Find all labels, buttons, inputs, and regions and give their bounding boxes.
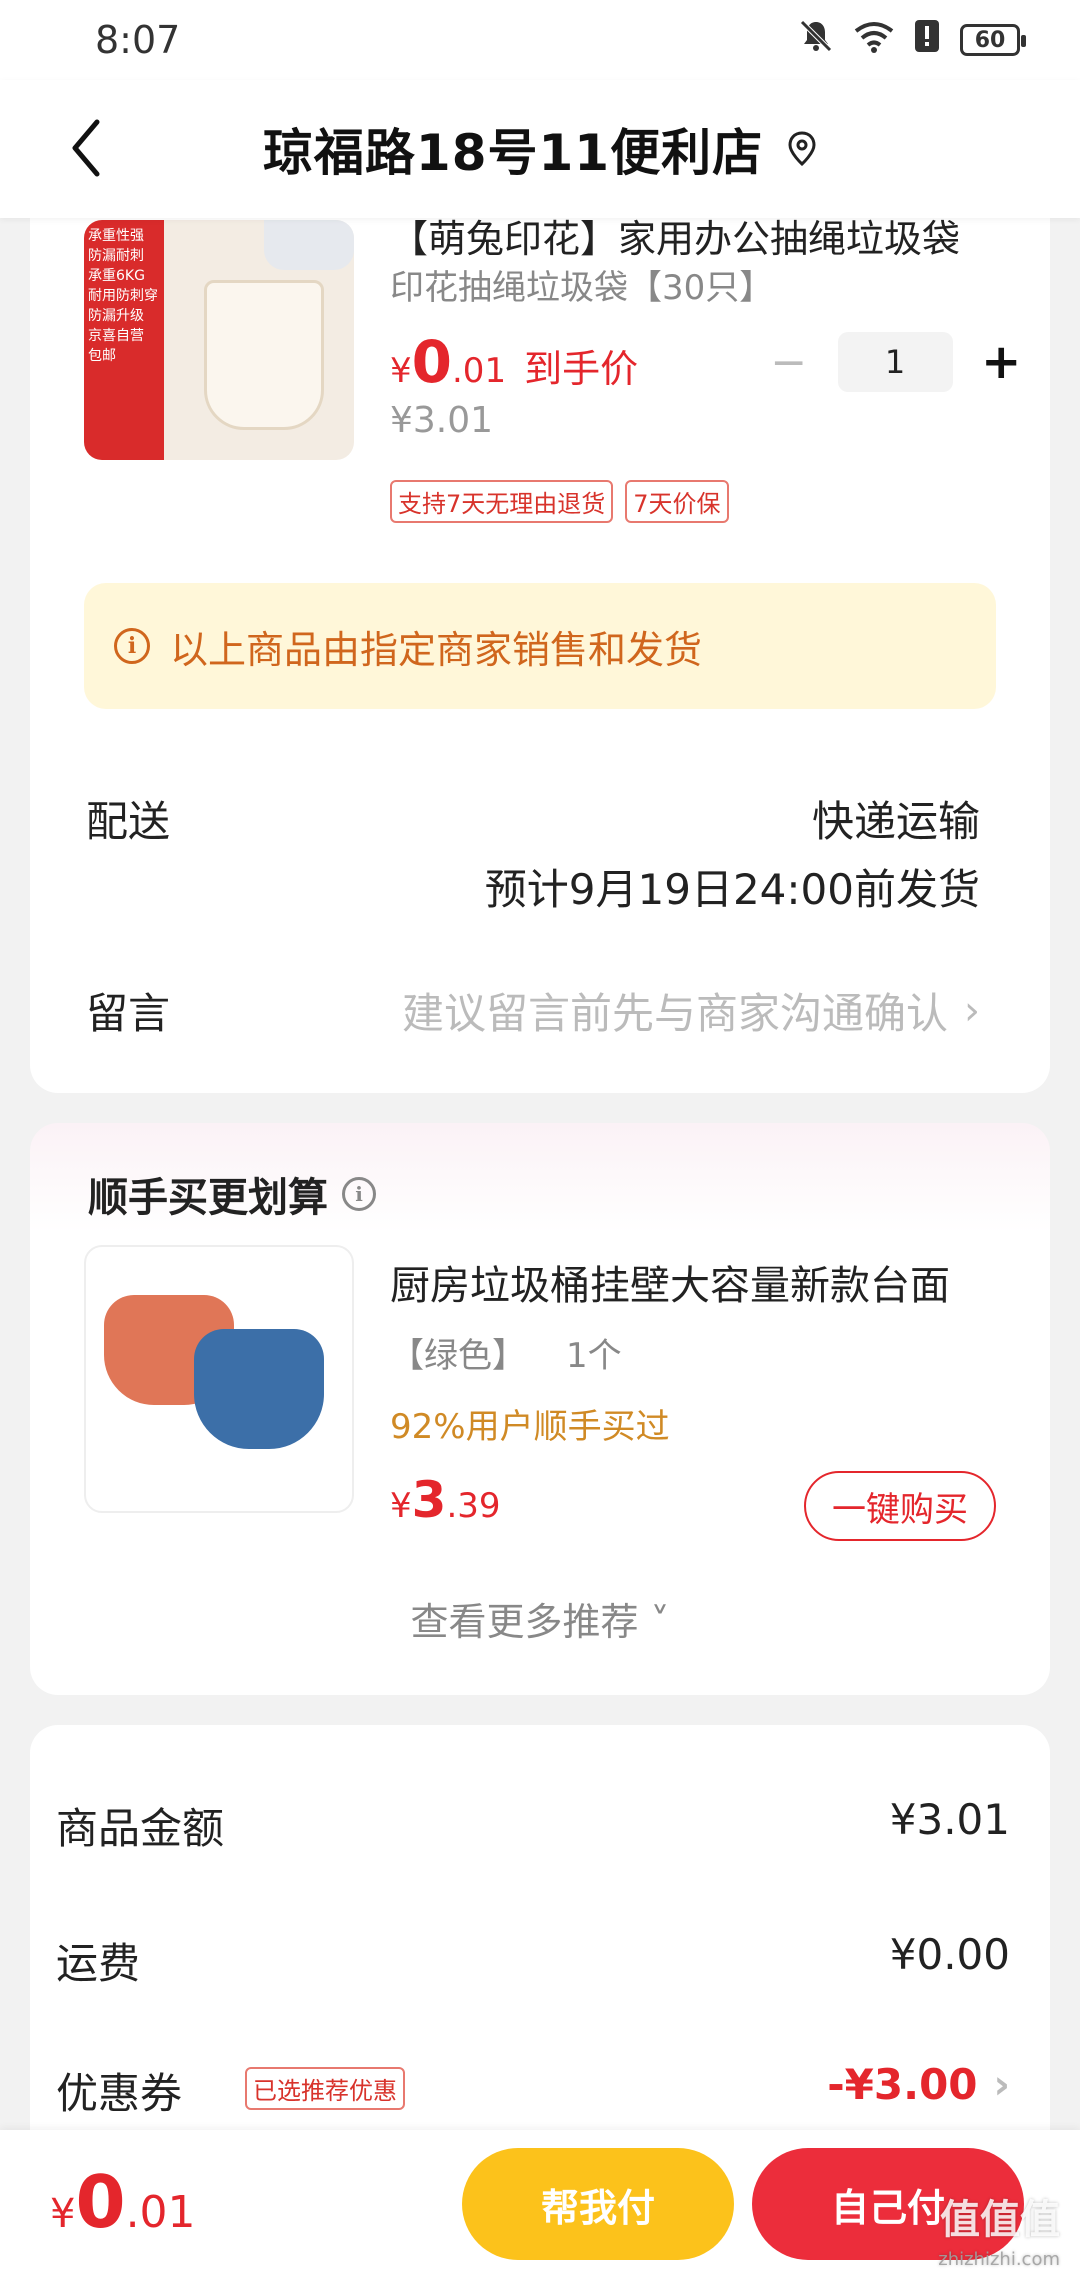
order-item-card: 承重性强 防漏耐刺 承重6KG 耐用防刺穿 防漏升级 京喜自营 包邮 【萌兔印花… — [30, 190, 1050, 1093]
shipping-fee-label: 运费 — [56, 1939, 141, 1988]
one-click-buy-button[interactable]: 一键购买 — [804, 1471, 996, 1541]
coupon-value: -¥3.00 — [827, 2060, 978, 2109]
blue-bin-graphic — [194, 1329, 324, 1449]
quantity-stepper: − 1 + — [760, 330, 1030, 394]
service-tag: 支持7天无理由退货 — [390, 480, 614, 523]
seller-notice-text: 以上商品由指定商家销售和发货 — [170, 627, 703, 672]
bell-muted-icon — [798, 18, 834, 63]
total-price: ¥ 0 .01 — [50, 2160, 196, 2244]
product-image-tag: 承重性强 防漏耐刺 承重6KG 耐用防刺穿 防漏升级 京喜自营 包邮 — [84, 220, 164, 460]
seller-notice: i 以上商品由指定商家销售和发货 — [84, 583, 996, 709]
goods-amount-value: ¥3.01 — [889, 1795, 1010, 1844]
bottom-pay-bar: ¥ 0 .01 帮我付 自己付 — [0, 2130, 1080, 2280]
decrease-button[interactable]: − — [760, 337, 818, 388]
delivery-eta: 预计9月19日24:00前发货 — [484, 865, 980, 914]
delivery-method: 快递运输 — [811, 797, 980, 846]
addon-product-spec: 【绿色】 1个 — [390, 1336, 622, 1376]
pitcher-graphic — [264, 220, 354, 270]
product-final-price: ¥ 0 .01 到手价 — [390, 328, 639, 396]
memo-placeholder: 建议留言前先与商家沟通确认 — [401, 989, 948, 1038]
help-pay-button[interactable]: 帮我付 — [462, 2148, 734, 2260]
status-time: 8:07 — [95, 18, 181, 62]
addon-section-title: 顺手买更划算 i — [88, 1165, 396, 1223]
more-recommend-link[interactable]: 查看更多推荐 ˅ — [30, 1591, 1050, 1646]
chevron-left-icon — [72, 119, 100, 177]
info-icon[interactable]: i — [342, 1177, 376, 1211]
addon-product-title[interactable]: 厨房垃圾桶挂壁大容量新款台面 — [390, 1253, 1010, 1311]
info-icon: i — [114, 628, 150, 664]
addon-recommend-card: 顺手买更划算 i 厨房垃圾桶挂壁大容量新款台面 【绿色】 1个 92%用户顺手买过… — [30, 1123, 1050, 1695]
status-bar: 8:07 60 — [0, 0, 1080, 80]
shipping-fee-value: ¥0.00 — [889, 1930, 1010, 1979]
wifi-icon — [854, 18, 894, 62]
bucket-graphic — [204, 280, 324, 430]
product-image[interactable]: 承重性强 防漏耐刺 承重6KG 耐用防刺穿 防漏升级 京喜自营 包邮 — [84, 220, 354, 460]
battery-icon: 60 — [960, 24, 1026, 56]
coupon-selected-tag: 已选推荐优惠 — [245, 2067, 405, 2110]
chevron-right-icon: › — [964, 987, 980, 1034]
chevron-right-icon: › — [993, 2061, 1010, 2108]
back-button[interactable] — [50, 108, 120, 188]
chevron-down-icon: ˅ — [650, 1600, 670, 1644]
coupon-row[interactable]: -¥3.00 › — [827, 2060, 1010, 2109]
memo-field[interactable]: 建议留言前先与商家沟通确认 › — [402, 980, 980, 1041]
page-title: 琼福路18号11便利店 — [262, 124, 764, 182]
product-original-price: ¥3.01 — [390, 400, 494, 441]
top-nav-bar: 琼福路18号11便利店 — [0, 80, 1080, 218]
addon-social-proof: 92%用户顺手买过 — [390, 1407, 670, 1447]
sim-alert-icon — [914, 18, 940, 62]
addon-product-image[interactable] — [84, 1245, 354, 1513]
service-tags: 支持7天无理由退货 7天价保 — [390, 480, 729, 523]
location-pin-icon[interactable] — [787, 131, 817, 167]
product-spec: 印花抽绳垃圾袋【30只】 — [390, 268, 774, 308]
watermark: 值值值 zhizhizhi.com — [938, 2197, 1060, 2270]
service-tag: 7天价保 — [625, 480, 729, 523]
memo-label: 留言 — [86, 989, 171, 1038]
goods-amount-label: 商品金额 — [56, 1804, 225, 1853]
quantity-input[interactable]: 1 — [837, 332, 953, 392]
increase-button[interactable]: + — [973, 334, 1031, 390]
status-icons: 60 — [798, 18, 1026, 63]
addon-price: ¥ 3 .39 — [390, 1471, 501, 1529]
coupon-label: 优惠券 — [56, 2069, 183, 2118]
delivery-label: 配送 — [86, 797, 171, 846]
